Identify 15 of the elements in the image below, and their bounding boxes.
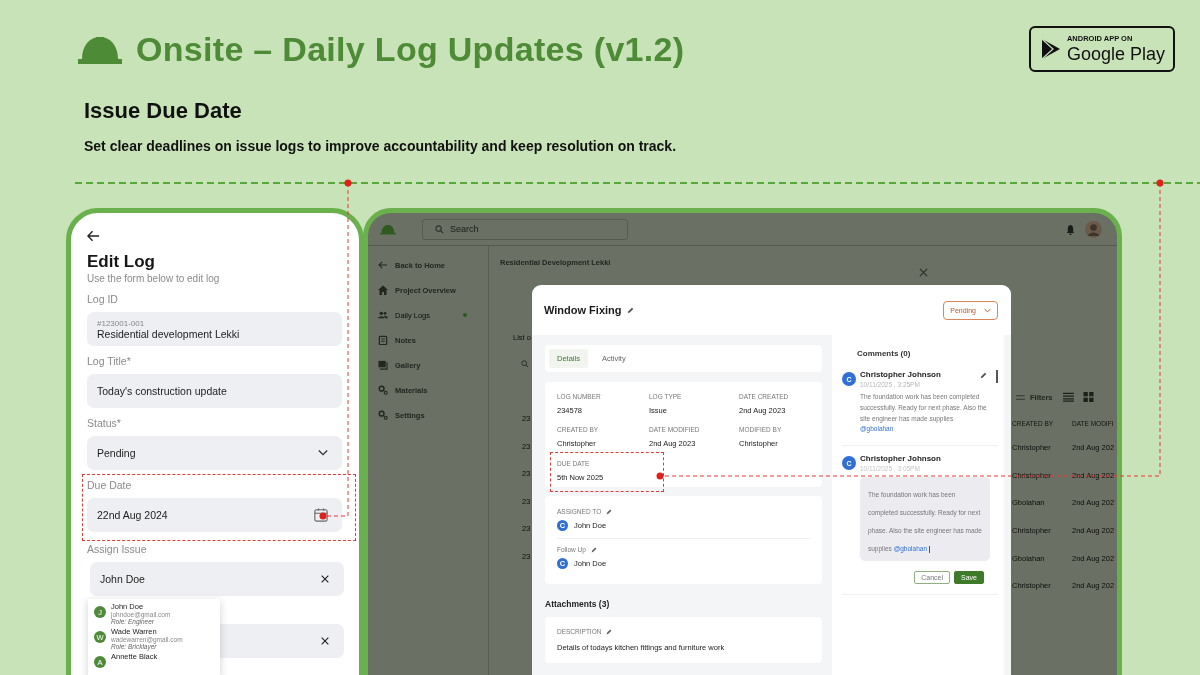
field-label: Assign Issue xyxy=(87,542,148,556)
field-label: Status* xyxy=(87,416,122,430)
form-subtitle: Use the form below to edit log xyxy=(87,273,221,284)
comments-heading: Comments (0) xyxy=(857,349,912,358)
field-label: Log Title* xyxy=(87,354,132,368)
attachments-heading: Attachments (3) xyxy=(545,599,611,609)
modal-title: Window Fixing xyxy=(544,304,622,316)
commenter-name: Christopher Johnson xyxy=(860,454,942,464)
commenter-name: Christopher Johnson xyxy=(860,370,942,379)
field-label: Log ID xyxy=(87,292,119,306)
page-title: Onsite – Daily Log Updates (v1.2) xyxy=(136,29,685,69)
feature-description: Set clear deadlines on issue logs to improve accountability and keep resolution on track. xyxy=(84,138,678,154)
feature-heading: Issue Due Date xyxy=(84,98,243,124)
form-title: Edit Log xyxy=(87,252,156,272)
field-label: Due Date xyxy=(87,478,133,492)
